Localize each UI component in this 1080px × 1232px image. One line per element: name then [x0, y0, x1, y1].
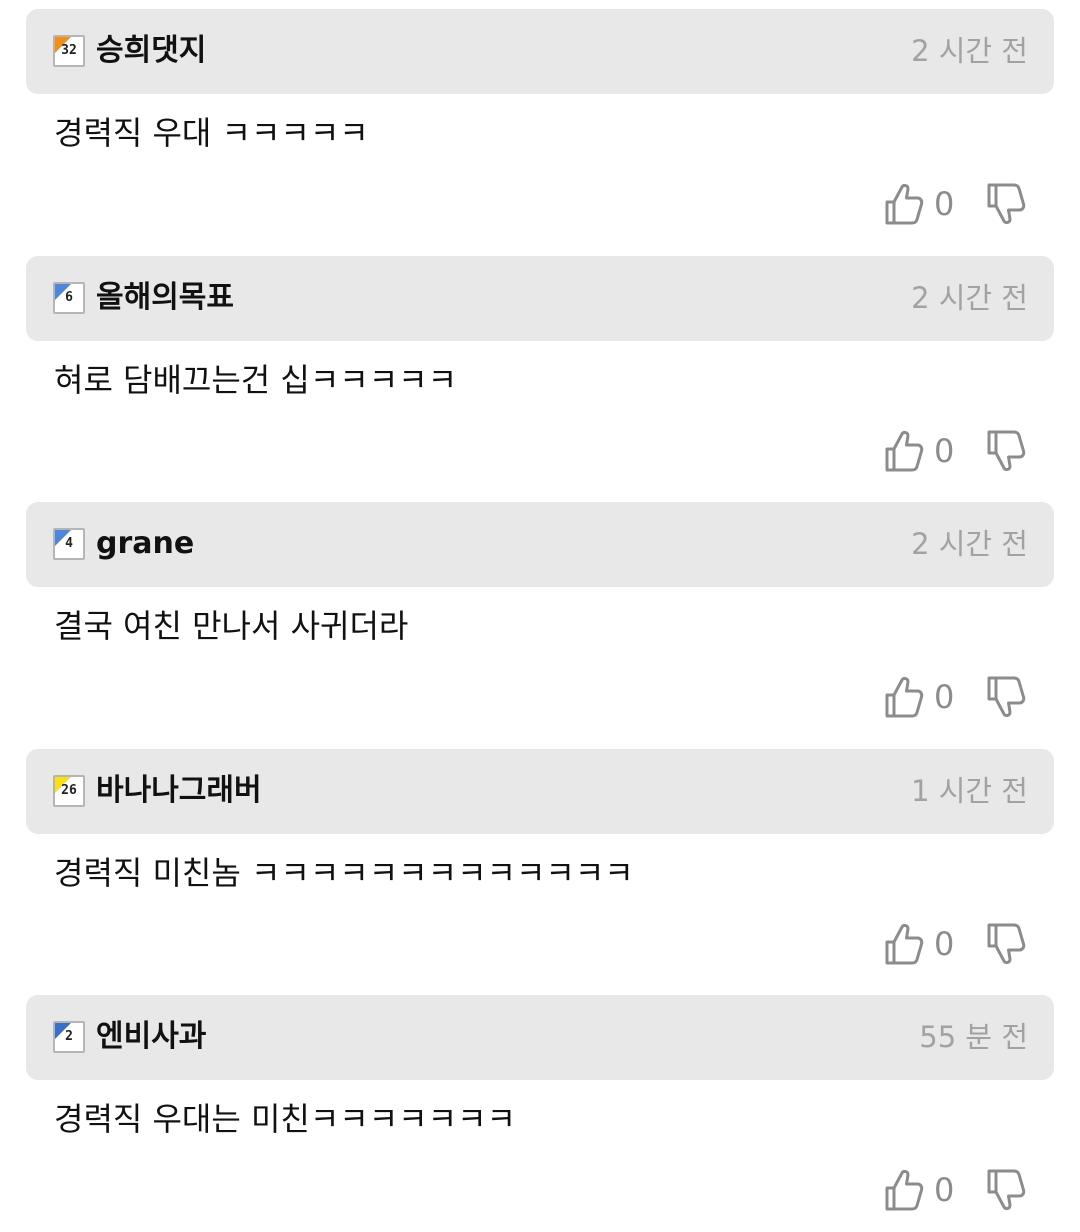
- comment-text: 경력직 우대 ㅋㅋㅋㅋㅋ: [54, 114, 369, 152]
- comment-time: 1 시간 전: [911, 774, 1028, 808]
- username[interactable]: 바나나그래버: [96, 769, 262, 813]
- username[interactable]: 엔비사과: [96, 1015, 206, 1059]
- dislike-button[interactable]: [984, 922, 1032, 970]
- like-count: 0: [934, 185, 955, 223]
- level-badge-icon: 32: [53, 35, 85, 67]
- comment-time: 2 시간 전: [911, 527, 1028, 561]
- comment-item: 32 승희댓지 2 시간 전 경력직 우대 ㅋㅋㅋㅋㅋ 0: [0, 0, 1080, 246]
- comment-item: 6 올해의목표 2 시간 전 혀로 담배끄는건 십ㅋㅋㅋㅋㅋ 0: [0, 247, 1080, 493]
- comment-item: 4 grane 2 시간 전 결국 여친 만나서 사귀더라 0: [0, 493, 1080, 739]
- like-count: 0: [934, 925, 955, 963]
- thumbs-up-icon: [885, 183, 924, 225]
- dislike-button[interactable]: [984, 675, 1032, 723]
- username[interactable]: grane: [96, 522, 194, 566]
- level-number: 2: [65, 1029, 73, 1044]
- level-badge-icon: 6: [53, 282, 85, 314]
- dislike-button[interactable]: [984, 1168, 1032, 1216]
- thumbs-down-icon: [987, 1169, 1026, 1211]
- thumbs-down-icon: [987, 183, 1026, 225]
- level-badge-icon: 26: [53, 775, 85, 807]
- level-badge-icon: 4: [53, 528, 85, 560]
- like-button[interactable]: 0: [884, 673, 964, 721]
- username[interactable]: 올해의목표: [96, 276, 234, 320]
- level-badge-icon: 2: [53, 1021, 85, 1053]
- like-button[interactable]: 0: [884, 1166, 964, 1214]
- level-number: 4: [65, 536, 73, 551]
- comment-item: 26 바나나그래버 1 시간 전 경력직 미친놈 ㅋㅋㅋㅋㅋㅋㅋㅋㅋㅋㅋㅋㅋ 0: [0, 740, 1080, 986]
- level-number: 6: [65, 290, 73, 305]
- thumbs-up-icon: [885, 430, 924, 472]
- comment-item: 2 엔비사과 55 분 전 경력직 우대는 미친ㅋㅋㅋㅋㅋㅋㅋ 0: [0, 986, 1080, 1232]
- comment-text: 결국 여친 만나서 사귀더라: [54, 607, 409, 645]
- comment-time: 55 분 전: [919, 1020, 1028, 1054]
- comment-time: 2 시간 전: [911, 34, 1028, 68]
- comment-header: 6 올해의목표 2 시간 전: [26, 256, 1054, 341]
- dislike-button[interactable]: [984, 182, 1032, 230]
- comment-text: 경력직 미친놈 ㅋㅋㅋㅋㅋㅋㅋㅋㅋㅋㅋㅋㅋ: [54, 854, 634, 892]
- like-count: 0: [934, 432, 955, 470]
- comment-header: 26 바나나그래버 1 시간 전: [26, 749, 1054, 834]
- level-number: 26: [61, 783, 77, 798]
- like-count: 0: [934, 678, 955, 716]
- dislike-button[interactable]: [984, 429, 1032, 477]
- thumbs-up-icon: [885, 923, 924, 965]
- like-button[interactable]: 0: [884, 920, 964, 968]
- thumbs-down-icon: [987, 430, 1026, 472]
- thumbs-down-icon: [987, 676, 1026, 718]
- level-number: 32: [61, 43, 77, 58]
- like-button[interactable]: 0: [884, 180, 964, 228]
- thumbs-up-icon: [885, 676, 924, 718]
- comment-header: 4 grane 2 시간 전: [26, 502, 1054, 587]
- comment-time: 2 시간 전: [911, 281, 1028, 315]
- like-button[interactable]: 0: [884, 427, 964, 475]
- comment-header: 2 엔비사과 55 분 전: [26, 995, 1054, 1080]
- like-count: 0: [934, 1171, 955, 1209]
- comment-text: 혀로 담배끄는건 십ㅋㅋㅋㅋㅋ: [54, 361, 458, 399]
- comment-header: 32 승희댓지 2 시간 전: [26, 9, 1054, 94]
- thumbs-down-icon: [987, 923, 1026, 965]
- comment-text: 경력직 우대는 미친ㅋㅋㅋㅋㅋㅋㅋ: [54, 1100, 516, 1138]
- thumbs-up-icon: [885, 1169, 924, 1211]
- username[interactable]: 승희댓지: [96, 29, 206, 73]
